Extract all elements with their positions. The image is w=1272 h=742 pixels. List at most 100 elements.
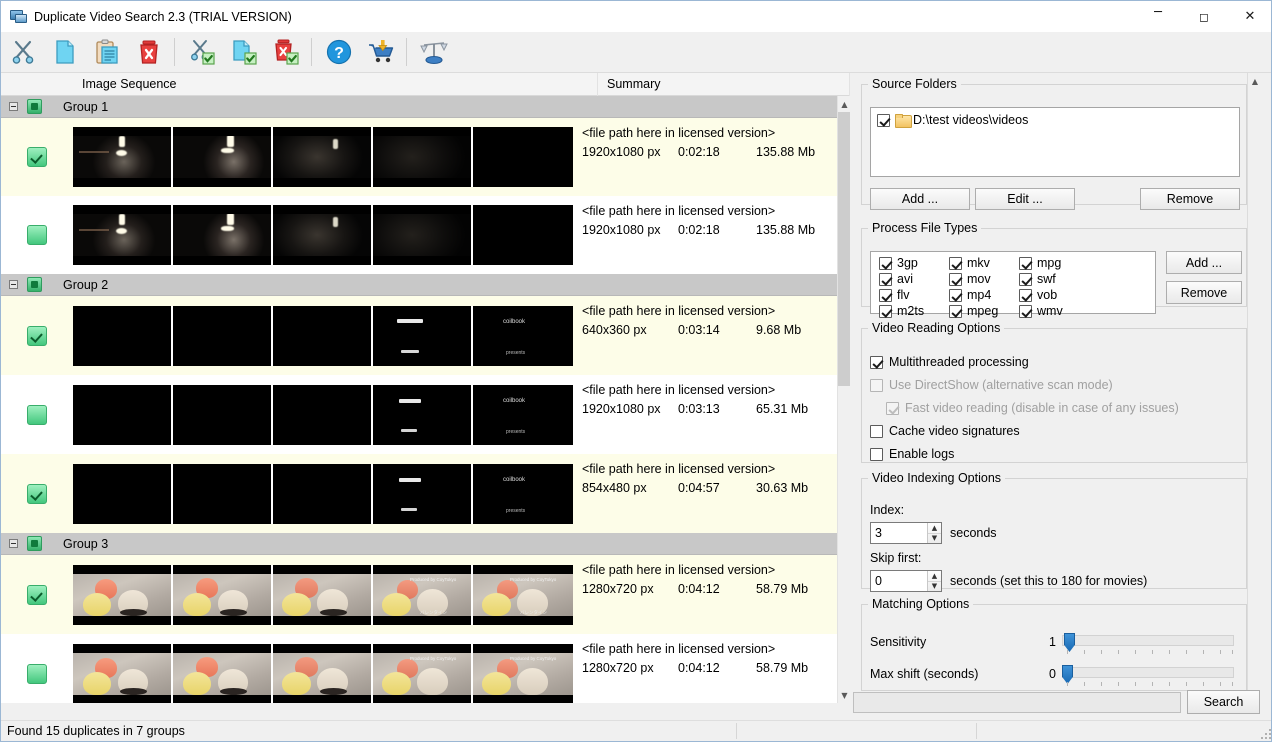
file-type-checkbox[interactable] xyxy=(1019,289,1032,302)
thumbnail[interactable] xyxy=(273,127,373,187)
spinner-up-icon[interactable]: ▲ xyxy=(928,523,941,534)
group-header[interactable]: Group 2 xyxy=(1,274,837,296)
search-button[interactable]: Search xyxy=(1187,690,1260,714)
file-type-checkbox[interactable] xyxy=(879,305,892,318)
list-item[interactable]: swf xyxy=(1019,271,1063,287)
buy-cart-icon[interactable] xyxy=(361,34,401,70)
row-checkbox[interactable] xyxy=(27,664,47,684)
file-type-checkbox[interactable] xyxy=(879,257,892,270)
thumbnail[interactable] xyxy=(73,464,173,524)
list-vertical-scrollbar[interactable]: ▲ ▼ xyxy=(837,96,850,703)
thumbnail[interactable] xyxy=(173,306,273,366)
row-checkbox[interactable] xyxy=(27,326,47,346)
thumbnail[interactable] xyxy=(273,565,373,625)
thumbnail[interactable] xyxy=(73,565,173,625)
list-item[interactable]: mpeg xyxy=(949,303,998,319)
thumbnail[interactable] xyxy=(73,127,173,187)
row-checkbox-cell[interactable] xyxy=(1,118,73,196)
index-seconds-input[interactable] xyxy=(871,523,927,543)
table-row[interactable]: Produced by CoyTokyo バレンタイン Produced by … xyxy=(1,555,837,634)
column-header-image-sequence[interactable]: Image Sequence xyxy=(73,73,598,96)
thumbnail[interactable] xyxy=(173,464,273,524)
file-type-checkbox[interactable] xyxy=(949,273,962,286)
index-spinner-buttons[interactable]: ▲ ▼ xyxy=(927,523,941,543)
add-file-type-button[interactable]: Add ... xyxy=(1166,251,1242,274)
paste-clipboard-icon[interactable] xyxy=(87,34,127,70)
sensitivity-slider[interactable] xyxy=(1062,633,1234,647)
row-checkbox-cell[interactable] xyxy=(1,454,73,533)
max-shift-slider[interactable] xyxy=(1062,665,1234,679)
spinner-down-icon[interactable]: ▼ xyxy=(928,582,941,592)
thumbnail[interactable] xyxy=(73,306,173,366)
table-row[interactable]: coilbook presents <file path here in lic… xyxy=(1,296,837,375)
thumbnail[interactable] xyxy=(173,127,273,187)
maximize-button[interactable]: ◻ xyxy=(1181,1,1227,32)
thumbnail[interactable] xyxy=(273,205,373,265)
list-item[interactable]: m2ts xyxy=(879,303,924,319)
resize-grip[interactable] xyxy=(1259,727,1271,739)
thumbnail[interactable] xyxy=(173,644,273,704)
column-header-summary[interactable]: Summary xyxy=(598,73,850,96)
thumbnail[interactable]: coilbook presents xyxy=(473,306,573,366)
group-header[interactable]: Group 1 xyxy=(1,96,837,118)
list-item[interactable]: D:\test videos\videos xyxy=(871,108,1239,127)
group-header[interactable]: Group 3 xyxy=(1,533,837,555)
row-checkbox[interactable] xyxy=(27,147,47,167)
list-item[interactable]: mpg xyxy=(1019,255,1063,271)
row-checkbox[interactable] xyxy=(27,405,47,425)
collapse-toggle-icon[interactable] xyxy=(9,280,18,289)
row-checkbox[interactable] xyxy=(27,484,47,504)
list-item[interactable]: mp4 xyxy=(949,287,998,303)
cut-selected-icon[interactable] xyxy=(182,34,222,70)
file-types-listbox[interactable]: 3gp avi flv m2ts mkv mov mp4 mpeg mpg sw… xyxy=(870,251,1156,314)
cut-icon[interactable] xyxy=(3,34,43,70)
source-folders-listbox[interactable]: D:\test videos\videos xyxy=(870,107,1240,177)
row-checkbox-cell[interactable] xyxy=(1,375,73,454)
scrollbar-track[interactable] xyxy=(1248,89,1262,664)
list-item[interactable]: wmv xyxy=(1019,303,1063,319)
thumbnail[interactable]: Produced by CoyTokyo バレンタイン xyxy=(473,565,573,625)
row-checkbox-cell[interactable] xyxy=(1,555,73,634)
thumbnail[interactable] xyxy=(473,127,573,187)
add-source-folder-button[interactable]: Add ... xyxy=(870,188,970,210)
duplicates-list-body[interactable]: Group 1 xyxy=(1,96,837,703)
delete-icon[interactable] xyxy=(129,34,169,70)
multithreaded-checkbox[interactable] xyxy=(870,356,883,369)
row-checkbox[interactable] xyxy=(27,225,47,245)
thumbnail[interactable] xyxy=(73,644,173,704)
collapse-toggle-icon[interactable] xyxy=(9,539,18,548)
file-type-checkbox[interactable] xyxy=(1019,305,1032,318)
remove-file-type-button[interactable]: Remove xyxy=(1166,281,1242,304)
enable-logs-checkbox[interactable] xyxy=(870,448,883,461)
spinner-up-icon[interactable]: ▲ xyxy=(928,571,941,582)
list-item[interactable]: vob xyxy=(1019,287,1063,303)
table-row[interactable]: coilbook presents <file path here in lic… xyxy=(1,454,837,533)
list-item[interactable]: mkv xyxy=(949,255,998,271)
thumbnail[interactable] xyxy=(373,385,473,445)
thumbnail[interactable] xyxy=(73,385,173,445)
file-type-checkbox[interactable] xyxy=(949,289,962,302)
scrollbar-thumb[interactable] xyxy=(838,112,850,386)
folder-checkbox[interactable] xyxy=(877,114,890,127)
thumbnail[interactable] xyxy=(373,464,473,524)
thumbnail[interactable] xyxy=(373,127,473,187)
table-row[interactable]: <file path here in licensed version> 192… xyxy=(1,196,837,274)
list-item[interactable]: flv xyxy=(879,287,924,303)
scroll-up-arrow-icon[interactable]: ▲ xyxy=(838,96,850,112)
thumbnail[interactable]: coilbook presents xyxy=(473,385,573,445)
close-button[interactable]: ✕ xyxy=(1227,1,1272,32)
file-type-checkbox[interactable] xyxy=(1019,257,1032,270)
option-enable-logs[interactable]: Enable logs xyxy=(870,447,954,461)
cache-signatures-checkbox[interactable] xyxy=(870,425,883,438)
index-seconds-stepper[interactable]: ▲ ▼ xyxy=(870,522,942,544)
skip-spinner-buttons[interactable]: ▲ ▼ xyxy=(927,571,941,591)
copy-selected-icon[interactable] xyxy=(224,34,264,70)
skip-first-input[interactable] xyxy=(871,571,927,591)
thumbnail[interactable]: Produced by CoyTokyo xyxy=(373,644,473,704)
thumbnail[interactable] xyxy=(173,205,273,265)
table-row[interactable]: Produced by CoyTokyo Produced by CoyToky… xyxy=(1,634,837,703)
thumbnail[interactable] xyxy=(373,205,473,265)
thumbnail[interactable]: Produced by CoyTokyo xyxy=(473,644,573,704)
help-icon[interactable]: ? xyxy=(319,34,359,70)
compare-scales-icon[interactable] xyxy=(414,34,454,70)
